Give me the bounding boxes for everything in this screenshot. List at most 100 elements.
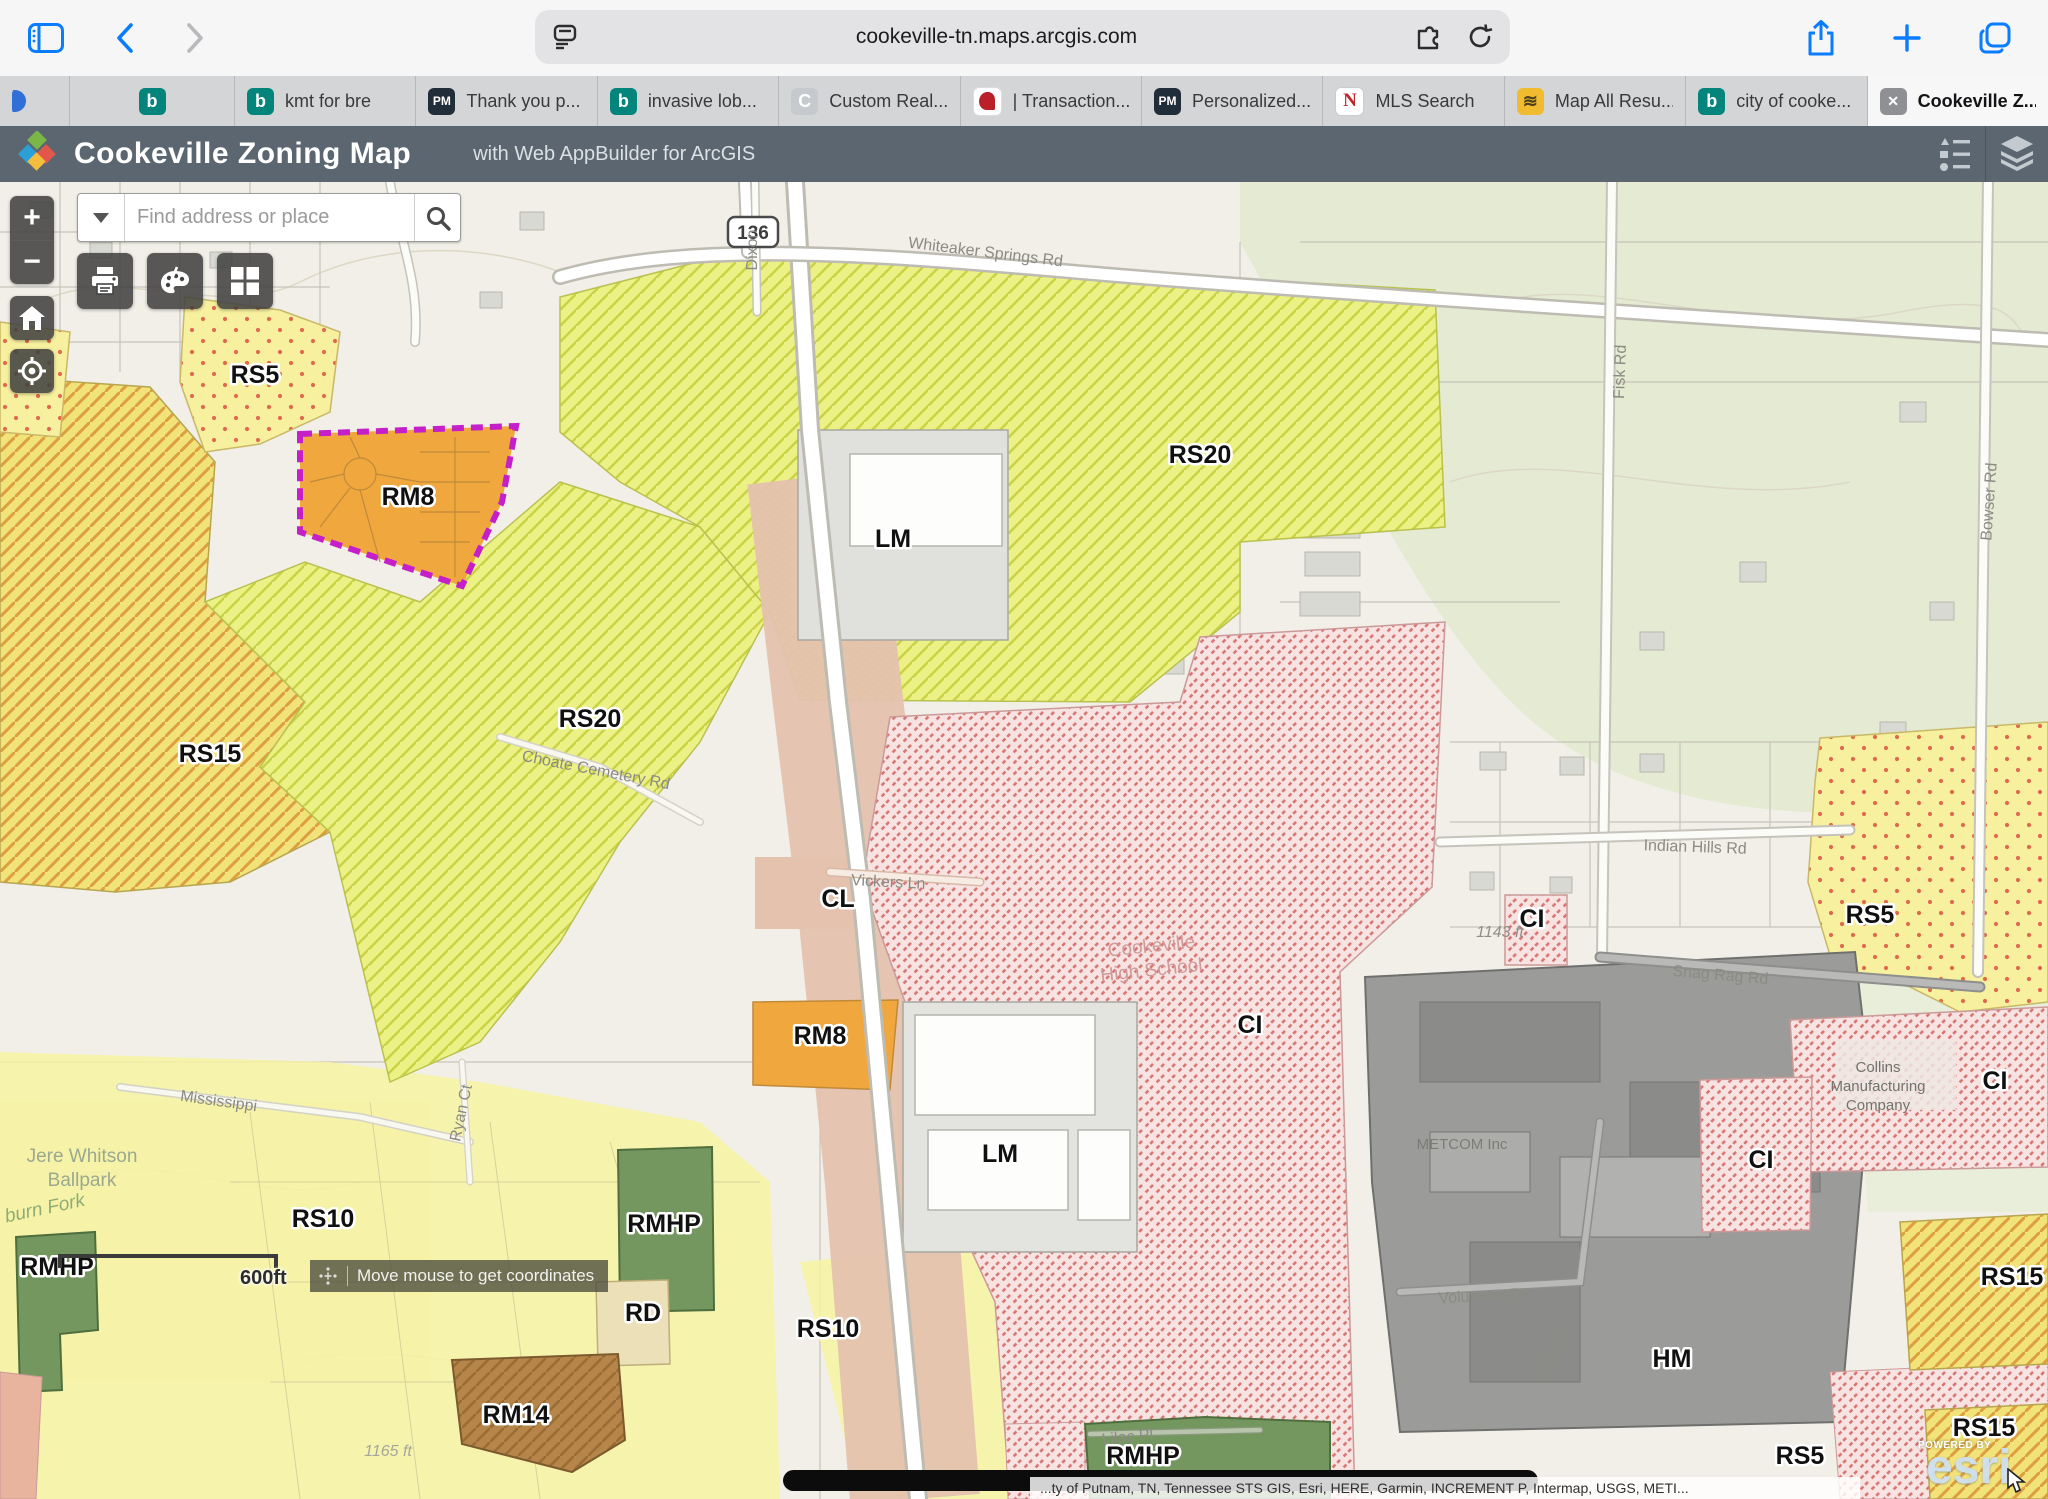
place-label: 1143 ft [1476, 924, 1524, 941]
browser-tab-6[interactable]: | Transaction... [961, 76, 1142, 126]
zoom-control: + − [10, 196, 54, 284]
place-label: METCOM Inc [1417, 1136, 1508, 1153]
zone-label: HM [1653, 1345, 1692, 1373]
place-label: 1165 ft [364, 1443, 412, 1460]
zone-label: RS15 [1981, 1263, 2044, 1291]
reader-icon[interactable] [551, 23, 579, 51]
search-input[interactable] [125, 194, 414, 241]
reload-icon[interactable] [1466, 23, 1494, 51]
sidebar-toggle-icon[interactable] [28, 23, 64, 53]
address-bar[interactable]: cookeville-tn.maps.arcgis.com [535, 10, 1510, 64]
app-logo-icon [16, 131, 58, 178]
zone-label: CI [1983, 1067, 2008, 1095]
browser-tab-1[interactable]: b [70, 76, 235, 126]
browser-tab-4[interactable]: binvasive lob... [598, 76, 779, 126]
browser-tab-2[interactable]: b kmt for bre [235, 76, 416, 126]
my-location-button[interactable] [10, 349, 54, 393]
home-button[interactable] [10, 296, 54, 340]
zone-label: RD [625, 1299, 661, 1327]
bing-favicon-icon: b [1698, 88, 1725, 115]
zone-label: CL [821, 885, 854, 913]
street-label: Dixon [744, 230, 761, 271]
zone-label: CI [1749, 1146, 1774, 1174]
tab-label: kmt for bre [285, 91, 371, 112]
zone-label: CI [1520, 905, 1545, 933]
browser-tab-0[interactable] [0, 76, 70, 126]
place-label: Manufacturing [1830, 1078, 1925, 1095]
bing-favicon-icon: b [610, 88, 637, 115]
app-header: Cookeville Zoning Map with Web AppBuilde… [0, 126, 2048, 182]
tab-label: | Transaction... [1013, 91, 1129, 112]
map-canvas[interactable]: 136 Whiteaker Springs RdDixonFisk RdBows… [0, 182, 2048, 1499]
tab-label: Map All Resu... [1555, 91, 1673, 112]
attribution-text: ...ty of Putnam, TN, Tennessee STS GIS, … [1030, 1480, 1689, 1496]
tab-label: Custom Real... [829, 91, 947, 112]
place-label: Company [1846, 1097, 1911, 1114]
share-icon[interactable] [1806, 20, 1836, 56]
tabs-overview-icon[interactable] [1978, 21, 2012, 55]
partial-favicon-icon [12, 88, 26, 115]
browser-tab-8[interactable]: NMLS Search [1323, 76, 1504, 126]
print-button[interactable] [77, 253, 133, 309]
place-label: Jere Whitson [27, 1146, 138, 1167]
zone-label: RMHP [627, 1210, 701, 1238]
zone-label: RS10 [292, 1205, 355, 1233]
zone-label: RM14 [483, 1401, 550, 1429]
place-label: Collins [1855, 1059, 1900, 1076]
back-icon[interactable] [116, 23, 134, 53]
zone-label: RS15 [179, 740, 242, 768]
bing-favicon-icon: b [247, 88, 274, 115]
maplayers-favicon-icon: ≋ [1517, 88, 1544, 115]
map-image[interactable]: 136 Whiteaker Springs RdDixonFisk RdBows… [0, 182, 2048, 1499]
bing-favicon-icon: b [139, 88, 166, 115]
move-crosshair-icon [318, 1266, 338, 1286]
street-label: Indian Hills Rd [1643, 837, 1747, 858]
zone-label: RS20 [1169, 441, 1232, 469]
scale-bar [58, 1254, 278, 1268]
browser-tab-11[interactable]: ✕ Cookeville Z... [1868, 76, 2048, 126]
page-title: Cookeville Zoning Map [74, 137, 411, 171]
pm-favicon-icon: PM [1154, 88, 1181, 115]
tab-label: Personalized... [1192, 91, 1310, 112]
zone-label: LM [875, 525, 911, 553]
tab-bar: b b kmt for bre PM Thank you p... binvasive l… [0, 76, 2048, 126]
tab-label: Thank you p... [466, 91, 580, 112]
browser-tab-10[interactable]: b city of cooke... [1686, 76, 1867, 126]
pm-favicon-icon: PM [428, 88, 455, 115]
zone-label: LM [982, 1140, 1018, 1168]
flame-favicon-icon [973, 87, 1002, 116]
browser-tab-3[interactable]: PM Thank you p... [416, 76, 597, 126]
zone-label: RM8 [794, 1022, 847, 1050]
tab-label: MLS Search [1375, 91, 1474, 112]
legend-icon[interactable] [1923, 126, 1985, 182]
zone-label: RS5 [1846, 901, 1895, 929]
page-subtitle: with Web AppBuilder for ArcGIS [473, 143, 755, 166]
c-favicon-icon: C [791, 88, 818, 115]
zone-label: RS20 [559, 705, 622, 733]
zone-label: RMHP [1106, 1442, 1180, 1470]
tab-label: city of cooke... [1736, 91, 1851, 112]
layers-icon[interactable] [1986, 126, 2048, 182]
browser-tab-9[interactable]: ≋ Map All Resu... [1505, 76, 1686, 126]
browser-chrome: cookeville-tn.maps.arcgis.com [0, 0, 2048, 77]
zoom-out-button[interactable]: − [10, 241, 54, 285]
search-icon[interactable] [414, 194, 461, 241]
street-label: Fisk Rd [1611, 344, 1630, 399]
zone-label: RS5 [1776, 1442, 1825, 1470]
browser-tab-7[interactable]: PM Personalized... [1142, 76, 1323, 126]
search-widget [77, 193, 461, 242]
search-source-dropdown[interactable] [78, 194, 125, 241]
x-favicon-icon: ✕ [1880, 88, 1907, 115]
forward-icon[interactable] [186, 23, 204, 53]
zone-label: RS10 [797, 1315, 860, 1343]
tab-label: Cookeville Z... [1918, 91, 2036, 112]
url-text: cookeville-tn.maps.arcgis.com [579, 25, 1414, 49]
mouse-cursor [2006, 1468, 2030, 1499]
zoom-in-button[interactable]: + [10, 196, 54, 241]
browser-tab-5[interactable]: C Custom Real... [779, 76, 960, 126]
draw-palette-button[interactable] [147, 253, 203, 309]
zone-label: RS5 [231, 361, 280, 389]
basemap-gallery-button[interactable] [217, 253, 273, 309]
new-tab-icon[interactable] [1892, 23, 1922, 53]
extensions-icon[interactable] [1414, 22, 1444, 52]
